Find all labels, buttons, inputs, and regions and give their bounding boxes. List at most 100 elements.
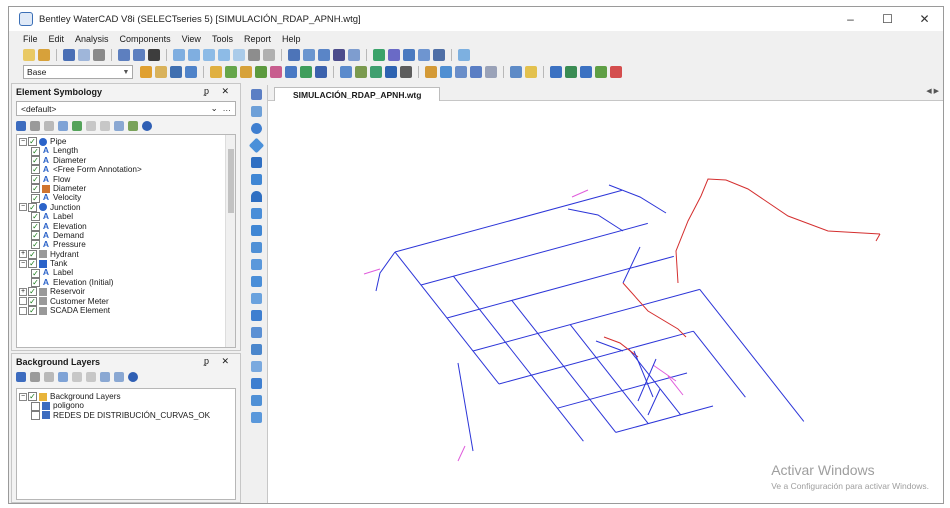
layout-icon[interactable] bbox=[250, 106, 262, 117]
expander-icon[interactable] bbox=[19, 306, 27, 315]
visibility-checkbox[interactable]: ✓ bbox=[31, 165, 40, 175]
page-setup-icon[interactable] bbox=[78, 49, 90, 61]
scenarios-icon[interactable] bbox=[288, 49, 300, 61]
validate-icon[interactable] bbox=[210, 66, 222, 78]
report-toolbar-icon[interactable] bbox=[565, 66, 577, 78]
loadbuilder-icon[interactable] bbox=[385, 66, 397, 78]
symbology-definition-combo[interactable]: <default> ⌄ … bbox=[16, 101, 236, 116]
tree-row[interactable]: − ✓ Junction bbox=[19, 203, 235, 212]
gpv-tool-icon[interactable] bbox=[250, 327, 262, 338]
menu-file[interactable]: File bbox=[23, 34, 38, 44]
options-icon[interactable] bbox=[485, 66, 497, 78]
zoom-window-icon[interactable] bbox=[188, 49, 200, 61]
calculation-options-toolbar-icon[interactable] bbox=[170, 66, 182, 78]
tree-row[interactable]: ✓ A Pressure bbox=[19, 239, 235, 250]
visibility-checkbox[interactable]: ✓ bbox=[31, 155, 40, 165]
visibility-checkbox[interactable]: ✓ bbox=[31, 174, 40, 184]
redo-icon[interactable] bbox=[133, 49, 145, 61]
darwin-designer-icon[interactable] bbox=[255, 66, 267, 78]
visibility-checkbox[interactable] bbox=[31, 401, 40, 411]
tree-row[interactable]: ✓ A Length bbox=[19, 145, 235, 156]
skelebrator-icon[interactable] bbox=[455, 66, 467, 78]
help-circle-icon[interactable] bbox=[142, 121, 152, 131]
menu-help[interactable]: Help bbox=[282, 34, 301, 44]
calculation-options-icon[interactable] bbox=[318, 49, 330, 61]
thiessen-polygon-icon[interactable] bbox=[470, 66, 482, 78]
tab-simulacion-rdap-apnh[interactable]: SIMULACIÓN_RDAP_APNH.wtg bbox=[274, 87, 441, 101]
open-file-icon[interactable] bbox=[38, 49, 50, 61]
undo-icon[interactable] bbox=[118, 49, 130, 61]
expander-icon[interactable]: − bbox=[19, 392, 27, 401]
vsp-tool-icon[interactable] bbox=[250, 225, 262, 236]
drawing-pane[interactable]: SIMULACIÓN_RDAP_APNH.wtg ◀ ▶ Activar Win… bbox=[267, 85, 943, 503]
element-properties-icon[interactable] bbox=[240, 66, 252, 78]
pipe-segment[interactable] bbox=[453, 275, 584, 442]
modelbuilder-icon[interactable] bbox=[425, 66, 437, 78]
alternatives-icon[interactable] bbox=[303, 49, 315, 61]
tree-row[interactable]: − ✓ Pipe bbox=[19, 137, 235, 147]
new-file-icon[interactable] bbox=[23, 49, 35, 61]
pressure-dependent-icon[interactable] bbox=[315, 66, 327, 78]
menu-components[interactable]: Components bbox=[120, 34, 171, 44]
pin-close-icon[interactable]: ᵱ ✕ bbox=[204, 86, 234, 97]
scrollbar[interactable] bbox=[225, 135, 235, 347]
expander-icon[interactable]: − bbox=[19, 259, 27, 268]
graph-toolbar-icon[interactable] bbox=[580, 66, 592, 78]
check-valve-tool-icon[interactable] bbox=[250, 412, 262, 423]
tree-row[interactable]: − ✓ Background Layers bbox=[19, 392, 235, 402]
network-navigator-icon[interactable] bbox=[340, 66, 352, 78]
visibility-checkbox[interactable]: ✓ bbox=[31, 221, 40, 231]
energy-costs-icon[interactable] bbox=[285, 66, 297, 78]
psv-tool-icon[interactable] bbox=[250, 259, 262, 270]
help-icon[interactable] bbox=[525, 66, 537, 78]
menu-report[interactable]: Report bbox=[244, 34, 271, 44]
pipe-end[interactable] bbox=[667, 375, 684, 396]
menu-view[interactable]: View bbox=[182, 34, 201, 44]
rename-icon[interactable] bbox=[44, 121, 54, 131]
tree-row[interactable]: REDES DE DISTRIBUCIÓN_CURVAS_OK bbox=[19, 411, 235, 420]
visibility-checkbox[interactable]: ✓ bbox=[28, 249, 37, 259]
visibility-checkbox[interactable]: ✓ bbox=[31, 278, 40, 288]
zoom-in-icon[interactable] bbox=[203, 49, 215, 61]
visibility-checkbox[interactable]: ✓ bbox=[28, 202, 37, 212]
zoom-extents-icon[interactable] bbox=[173, 49, 185, 61]
menu-tools[interactable]: Tools bbox=[212, 34, 233, 44]
move-up-icon[interactable] bbox=[72, 372, 82, 382]
pipe-segment[interactable] bbox=[647, 388, 661, 416]
trunk-main[interactable] bbox=[675, 178, 881, 284]
pipe-segment[interactable] bbox=[511, 300, 617, 433]
zoom-out-icon[interactable] bbox=[218, 49, 230, 61]
filter-icon[interactable] bbox=[128, 121, 138, 131]
save-icon[interactable] bbox=[63, 49, 75, 61]
shuffle-icon[interactable] bbox=[72, 121, 82, 131]
maximize-button[interactable]: ☐ bbox=[869, 7, 906, 31]
expander-icon[interactable]: + bbox=[19, 287, 27, 296]
turbine-tool-icon[interactable] bbox=[250, 378, 262, 389]
visibility-checkbox[interactable]: ✓ bbox=[31, 212, 40, 222]
tab-navigation-arrows[interactable]: ◀ ▶ bbox=[926, 87, 939, 95]
select-icon[interactable] bbox=[250, 89, 262, 100]
pipe-segment[interactable] bbox=[608, 184, 667, 214]
expander-icon[interactable]: − bbox=[19, 137, 27, 146]
pipe-segment[interactable] bbox=[693, 330, 746, 398]
pipe-segment[interactable] bbox=[446, 255, 674, 319]
visibility-checkbox[interactable]: ✓ bbox=[31, 193, 40, 203]
menu-edit[interactable]: Edit bbox=[49, 34, 65, 44]
expander-icon[interactable]: − bbox=[19, 203, 27, 212]
scada-connect-icon[interactable] bbox=[440, 66, 452, 78]
trunk-main[interactable] bbox=[622, 282, 687, 338]
element-symbology-icon[interactable] bbox=[433, 49, 445, 61]
pin-close-icon[interactable]: ᵱ ✕ bbox=[204, 356, 234, 367]
expander-icon[interactable]: + bbox=[19, 250, 27, 259]
tree-row[interactable]: + ✓ Hydrant bbox=[19, 250, 235, 259]
visibility-checkbox[interactable]: ✓ bbox=[28, 137, 37, 147]
pipe-segment[interactable] bbox=[394, 189, 622, 253]
tree-row[interactable]: ✓ SCADA Element bbox=[19, 306, 235, 316]
tree-row[interactable]: ✓ A <Free Form Annotation> bbox=[19, 164, 235, 175]
visibility-checkbox[interactable]: ✓ bbox=[28, 392, 37, 402]
minimize-button[interactable]: – bbox=[832, 7, 869, 31]
tree-row[interactable]: poligono bbox=[19, 401, 235, 411]
contours-icon[interactable] bbox=[418, 49, 430, 61]
find-icon[interactable] bbox=[148, 49, 160, 61]
visibility-checkbox[interactable]: ✓ bbox=[31, 231, 40, 241]
